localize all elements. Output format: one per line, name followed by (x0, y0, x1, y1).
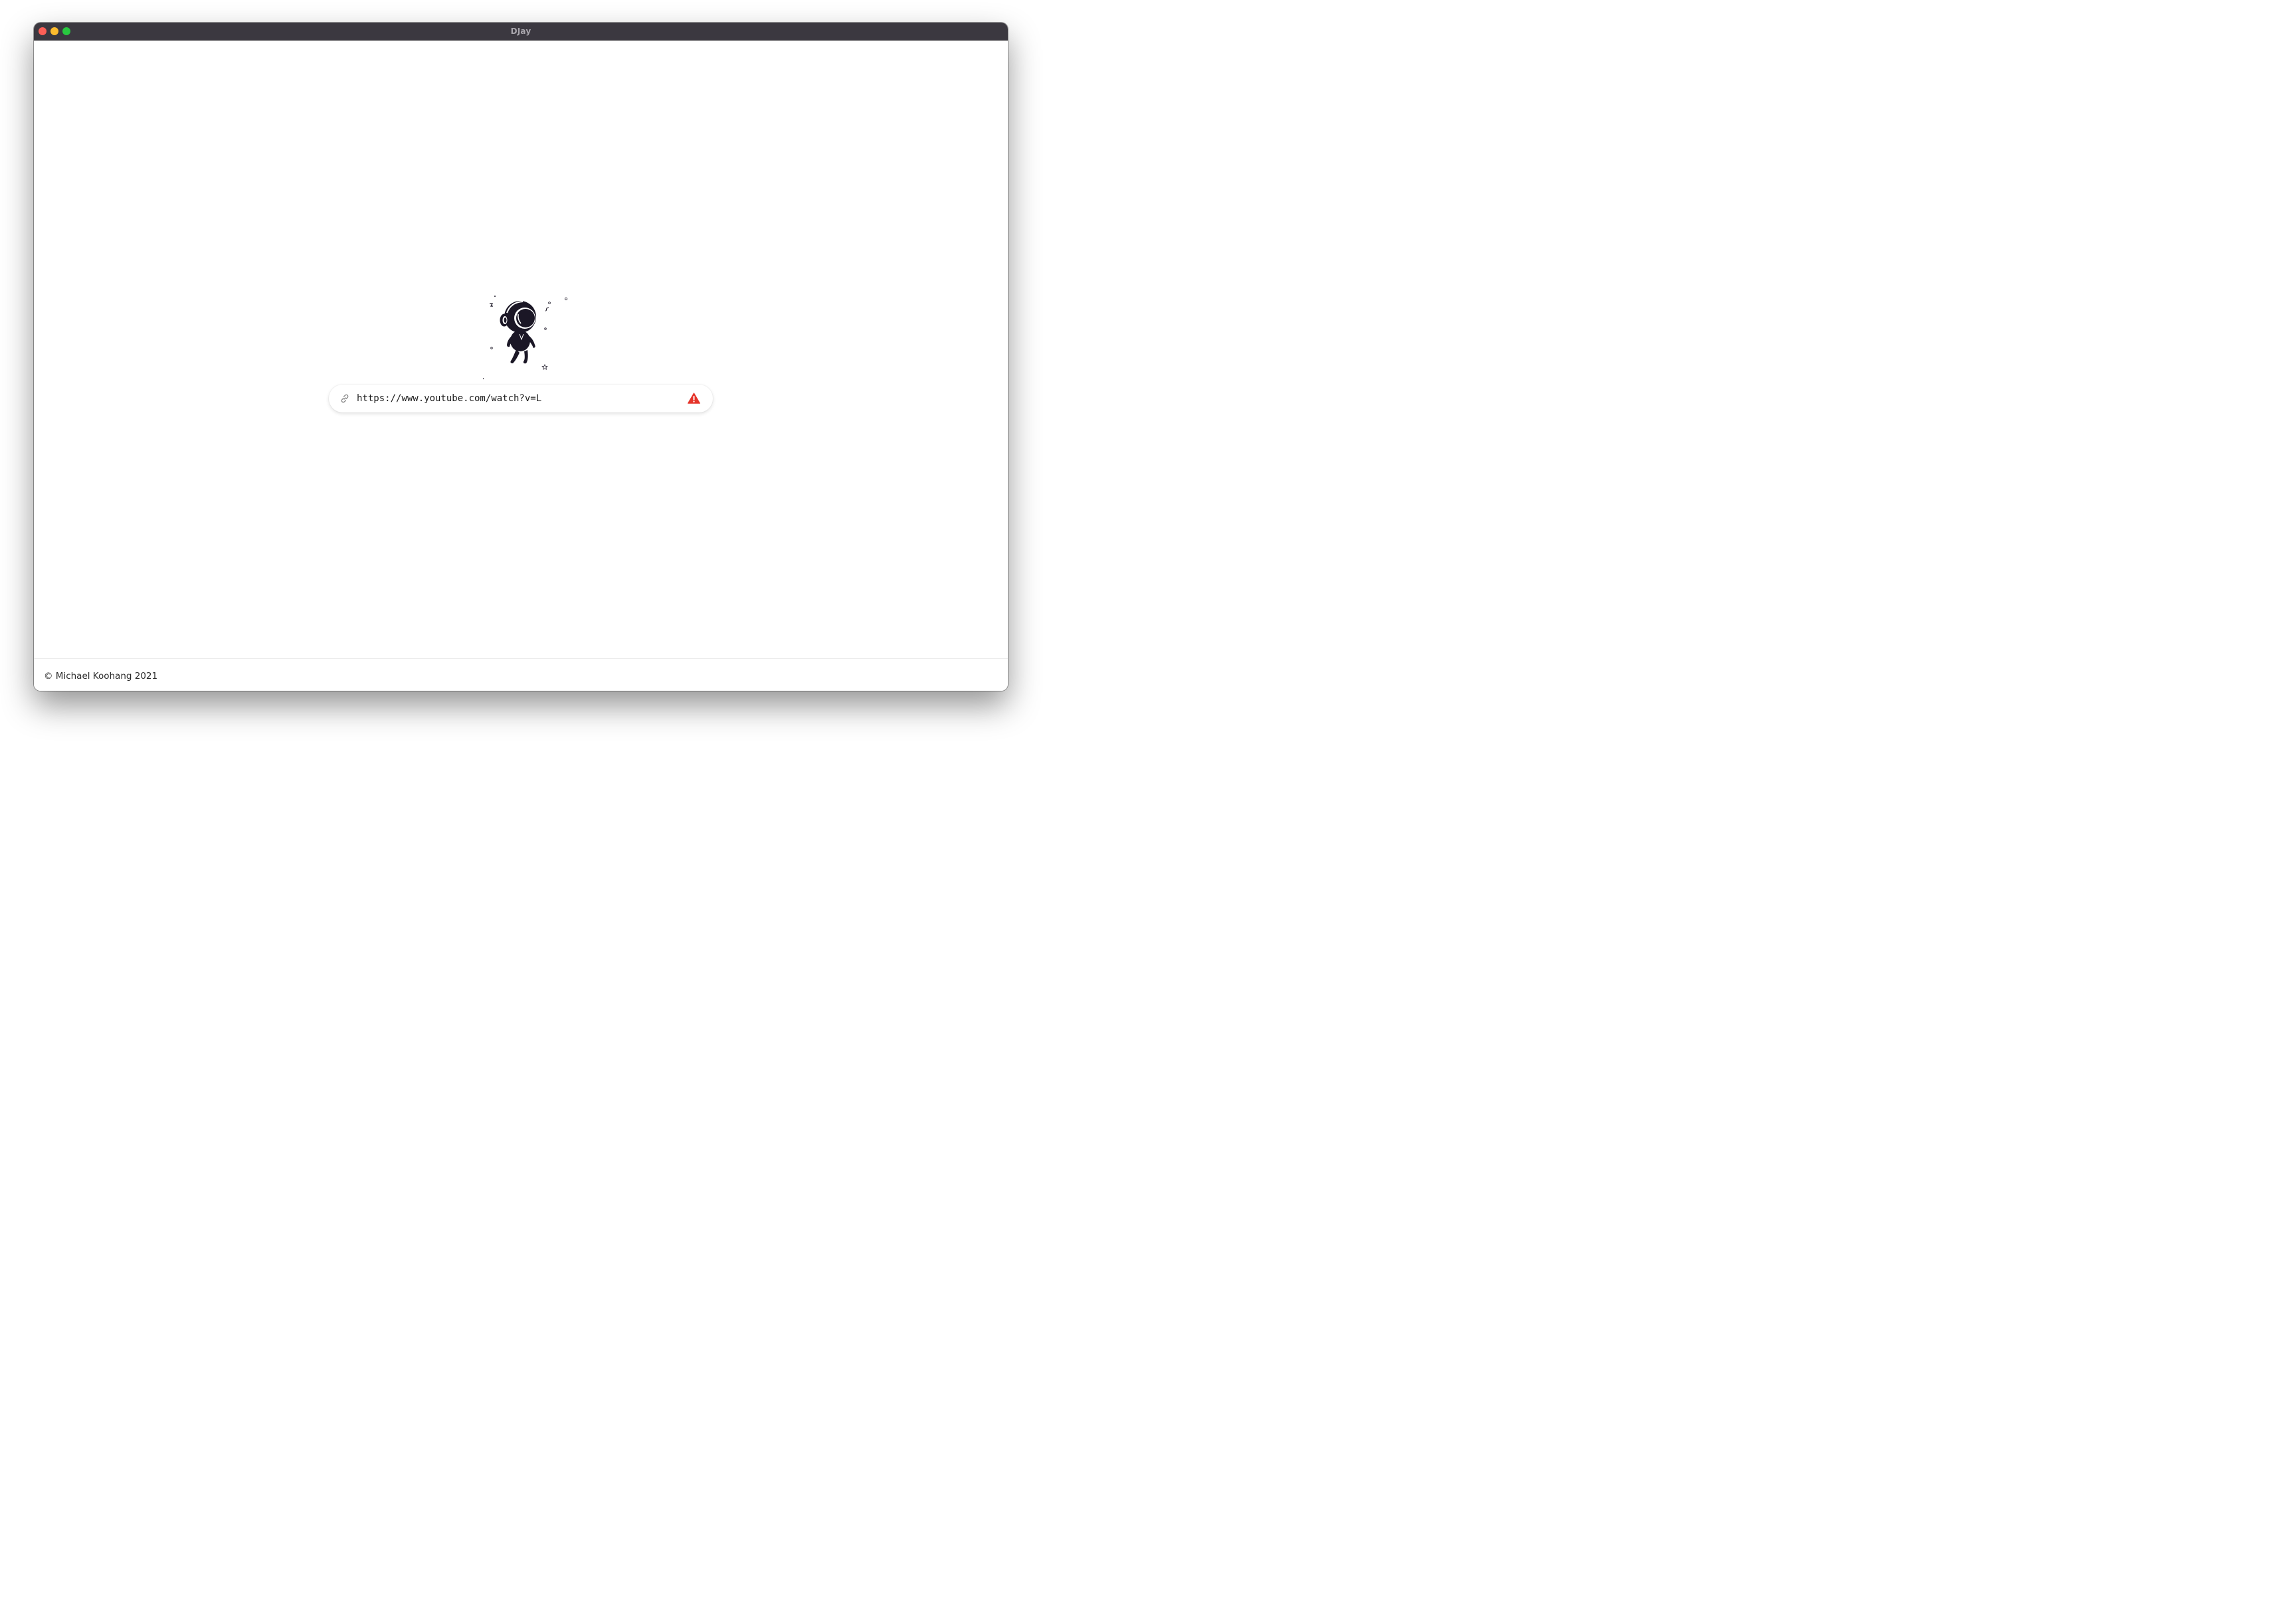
astronaut-headphones-icon (483, 296, 568, 379)
window-title: DJay (510, 27, 531, 36)
url-input[interactable] (357, 390, 676, 407)
main-content (34, 41, 1008, 658)
copyright-text: © Michael Koohang 2021 (44, 671, 158, 681)
link-icon (341, 394, 349, 403)
footer: © Michael Koohang 2021 (34, 658, 1008, 691)
app-window: DJay https://www.youtube.com/watch?v=L ©… (34, 23, 1008, 691)
url-input-container[interactable] (329, 385, 713, 412)
warning-icon (688, 393, 700, 404)
title-bar[interactable]: DJay (34, 23, 1008, 41)
